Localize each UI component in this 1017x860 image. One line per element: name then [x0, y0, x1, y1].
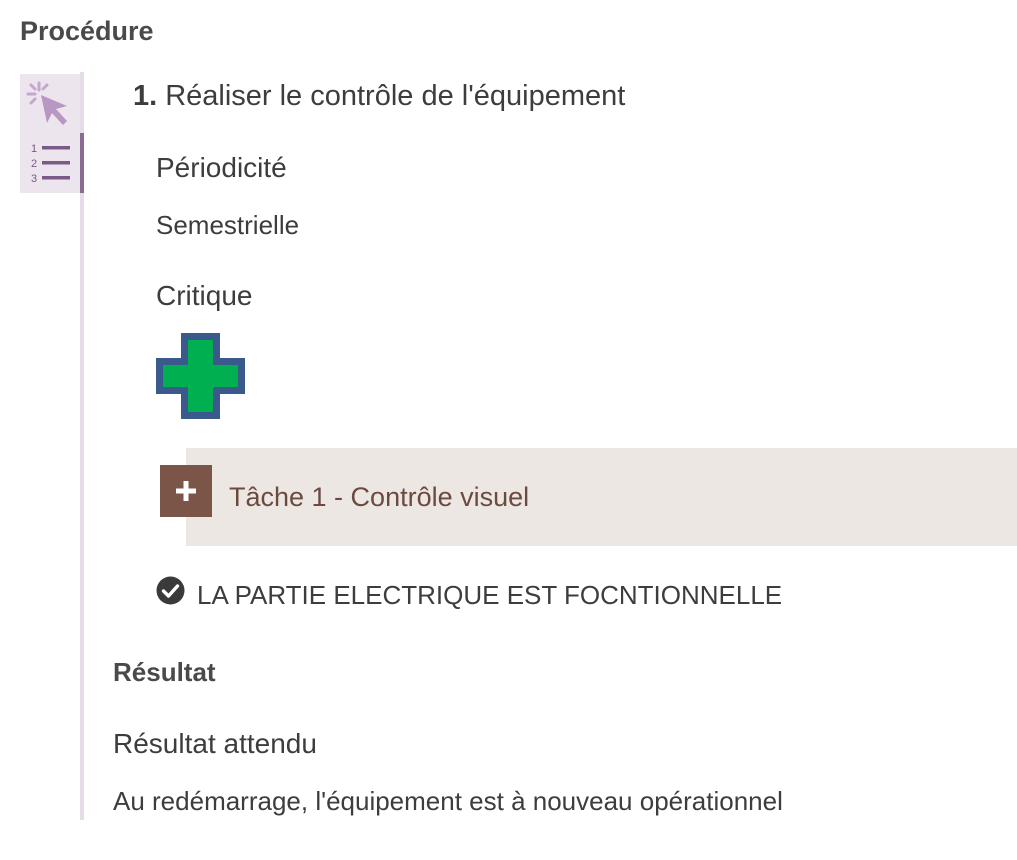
task-expand-button[interactable] [160, 465, 212, 517]
periodicity-value: Semestrielle [156, 210, 300, 240]
task-label[interactable]: Tâche 1 - Contrôle visuel [229, 479, 529, 515]
action-mode-button[interactable] [20, 74, 80, 134]
expected-result-label: Résultat attendu [113, 728, 317, 759]
check-item-text: LA PARTIE ELECTRIQUE EST FOCNTIONNELLE [197, 580, 783, 610]
numbered-list-button[interactable]: 1 2 3 [20, 133, 84, 193]
numbered-list-icon: 1 2 3 [31, 143, 70, 185]
plus-icon [176, 481, 196, 501]
procedure-title: Procédure [20, 16, 154, 46]
green-cross-icon [156, 333, 245, 419]
svg-text:3: 3 [31, 173, 37, 185]
step-heading: 1. Réaliser le contrôle de l'équipement [133, 77, 625, 115]
periodicity-label: Périodicité [156, 152, 287, 183]
expected-result-value: Au redémarrage, l'équipement est à nouve… [113, 786, 783, 816]
result-section-title: Résultat [113, 657, 216, 687]
check-circle-icon [156, 576, 185, 605]
svg-text:1: 1 [31, 143, 37, 155]
step-number: 1. [133, 80, 158, 112]
step-title: Réaliser le contrôle de l'équipement [165, 80, 626, 112]
critique-label: Critique [156, 280, 253, 311]
cursor-click-icon [26, 81, 67, 125]
svg-text:2: 2 [31, 158, 37, 170]
